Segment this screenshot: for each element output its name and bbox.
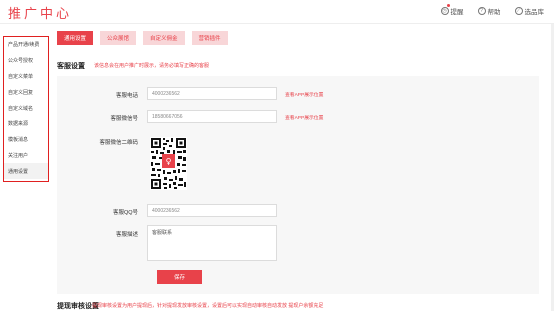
qr-label: 客服微信二维码 (99, 140, 138, 146)
tab-general-settings[interactable]: 通用设置 (57, 31, 94, 45)
tab-showroom[interactable]: 公众展馆 (100, 31, 137, 45)
qq-label: 客服QQ号 (112, 210, 138, 216)
top-actions: ◷ 提醒 ? 帮助 ⟋ 选品库 (440, 4, 545, 16)
reminder-button[interactable]: ◷ 提醒 (440, 4, 464, 16)
reminder-label: 提醒 (450, 9, 464, 16)
phone-input[interactable]: 4000236562 (147, 87, 277, 100)
svg-text:♀: ♀ (166, 157, 172, 166)
sidebar-item-custom-menu[interactable]: 自定义菜单 (4, 69, 48, 85)
qr-code-image[interactable]: ♀ (150, 137, 187, 190)
help-button[interactable]: ? 帮助 (477, 6, 501, 16)
sidebar-item-followers[interactable]: 关注用户 (4, 148, 48, 164)
library-label: 选品库 (524, 9, 545, 16)
save-button[interactable]: 保存 (157, 270, 202, 284)
notification-dot (446, 4, 450, 7)
tab-bar: 通用设置 公众展馆 自定义佣金 营销插件 (57, 31, 228, 45)
sidebar-item-custom-domain[interactable]: 自定义域名 (4, 100, 48, 116)
sidebar-item-template-message[interactable]: 模板消息 (4, 132, 48, 148)
description-label: 客服描述 (115, 232, 138, 238)
library-button[interactable]: ⟋ 选品库 (514, 6, 545, 16)
section-title: 客服设置 (57, 63, 85, 70)
phone-label: 客服电话 (115, 93, 138, 99)
withdraw-section-note: 提现审核设置为用户提现后，针对提现发放审核设置，设置后可以实现自动审核自动发放 … (92, 303, 324, 309)
sidebar-menu: 产品开通/续费 公众号授权 自定义菜单 自定义回复 自定义域名 数据来源 模板消… (3, 36, 49, 182)
help-label: 帮助 (487, 9, 501, 16)
section-note: 该信息会在用户推广时展示，请务必填写正确的客服 (94, 63, 210, 69)
qq-input[interactable]: 4000236562 (147, 204, 277, 217)
page: 推广中心 ◷ 提醒 ? 帮助 ⟋ 选品库 产品开通/续费 公众号授权 自定义菜单… (0, 0, 554, 311)
help-icon: ? (477, 7, 486, 15)
app-logo: 推广中心 (8, 7, 73, 22)
sidebar-item-general-settings[interactable]: 通用设置 (4, 163, 48, 180)
description-textarea[interactable]: 客服联系 (147, 225, 277, 261)
sidebar-item-subscription[interactable]: 产品开通/续费 (4, 37, 48, 53)
tab-custom-commission[interactable]: 自定义佣金 (143, 31, 185, 45)
clock-icon: ◷ (440, 7, 449, 15)
phone-position-link[interactable]: 查看APP展示位置 (285, 91, 323, 98)
wechat-position-link[interactable]: 查看APP展示位置 (285, 114, 323, 121)
sidebar-item-data-source[interactable]: 数据来源 (4, 116, 48, 132)
settings-panel (57, 76, 539, 294)
library-icon: ⟋ (514, 7, 523, 15)
tab-marketing-plugins[interactable]: 营销插件 (191, 31, 228, 45)
sidebar-item-account-auth[interactable]: 公众号授权 (4, 53, 48, 69)
sidebar-item-custom-reply[interactable]: 自定义回复 (4, 84, 48, 100)
top-header: 推广中心 ◷ 提醒 ? 帮助 ⟋ 选品库 (0, 0, 554, 24)
wechat-label: 客服微信号 (110, 116, 138, 122)
wechat-input[interactable]: 18580667056 (147, 110, 277, 123)
